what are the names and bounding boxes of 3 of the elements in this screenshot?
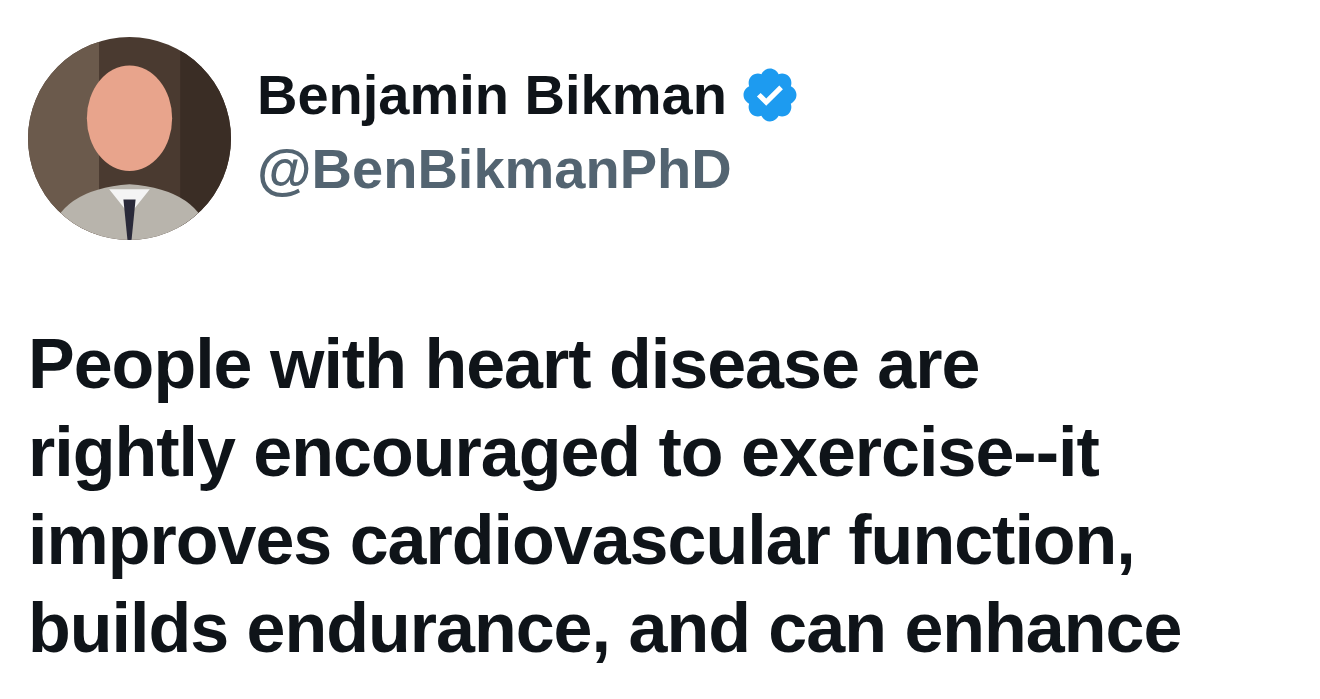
author-name[interactable]: Benjamin Bikman (257, 61, 727, 129)
author-handle[interactable]: @BenBikmanPhD (257, 134, 801, 202)
tweet-text: People with heart disease are rightly encouraged to exercise--it improves cardiovascular function, builds endurance, and can enhance (28, 324, 1183, 669)
